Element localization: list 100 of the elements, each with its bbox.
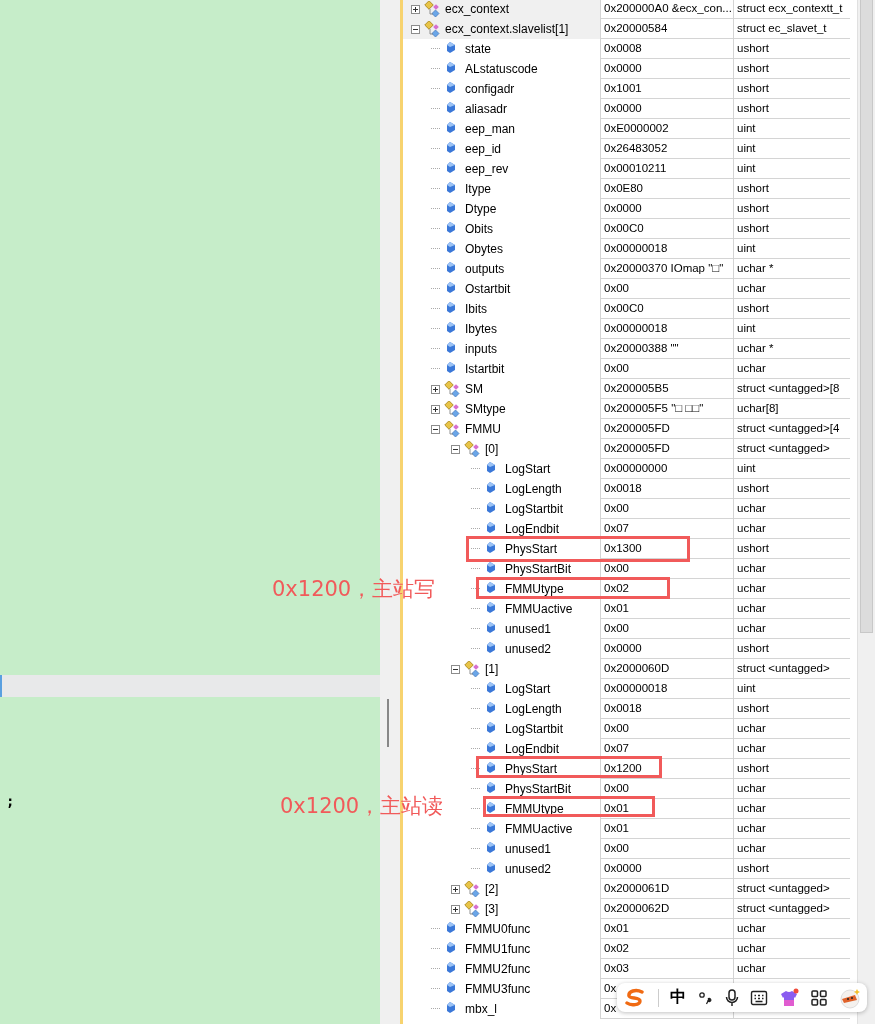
type-cell: uchar — [733, 359, 850, 379]
type-cell: ushort — [733, 79, 850, 99]
tree-item[interactable]: LogEndbit — [504, 522, 560, 536]
type-cell: ushort — [733, 299, 850, 319]
tree-item[interactable]: unused1 — [504, 842, 552, 856]
scrollbar-thumb[interactable] — [860, 0, 873, 633]
tree-item[interactable]: [2] — [484, 882, 499, 896]
tree-item[interactable]: PhysStartBit — [504, 782, 572, 796]
value-cell: 0x2000060D — [600, 659, 733, 679]
value-cell: 0x00000018 — [600, 239, 733, 259]
value-cell: 0x00010211 — [600, 159, 733, 179]
type-cell: uchar — [733, 939, 850, 959]
expander-icon[interactable] — [431, 404, 440, 414]
microphone-icon[interactable] — [723, 987, 740, 1008]
tree-item[interactable]: outputs — [464, 262, 505, 276]
tree-item[interactable]: eep_id — [464, 142, 502, 156]
tree-item[interactable]: FMMU0func — [464, 922, 531, 936]
tree-item[interactable]: Ostartbit — [464, 282, 511, 296]
value-cell: 0x2000062D — [600, 899, 733, 919]
tree-item[interactable]: [1] — [484, 662, 499, 676]
expander-icon[interactable] — [451, 444, 460, 454]
value-cell: 0x200000A0 &ecx_con... — [600, 0, 733, 19]
tree-item[interactable]: PhysStart — [504, 542, 558, 556]
tree-item[interactable]: Dtype — [464, 202, 497, 216]
tree-item[interactable]: FMMU1func — [464, 942, 531, 956]
tree-item[interactable]: LogEndbit — [504, 742, 560, 756]
expander-icon[interactable] — [451, 884, 460, 894]
tree-item[interactable]: SM — [464, 382, 483, 396]
value-cell: 0x01 — [600, 919, 733, 939]
tree-item[interactable]: LogStart — [504, 462, 551, 476]
struct-icon — [464, 901, 480, 917]
tree-item[interactable]: FMMU — [464, 422, 501, 436]
expander-icon[interactable] — [451, 664, 460, 674]
tree-item[interactable]: unused2 — [504, 862, 552, 876]
type-cell: uchar — [733, 599, 850, 619]
tree-item[interactable]: eep_man — [464, 122, 516, 136]
tree-item[interactable]: state — [464, 42, 491, 56]
tree-item[interactable]: PhysStartBit — [504, 562, 572, 576]
type-cell: ushort — [733, 479, 850, 499]
scrollbar[interactable] — [857, 0, 875, 1024]
type-cell: ushort — [733, 219, 850, 239]
tree-item[interactable]: LogStartbit — [504, 722, 564, 736]
value-cell: 0x0000 — [600, 99, 733, 119]
type-cell: ushort — [733, 99, 850, 119]
tree-item[interactable]: FMMUtype — [504, 802, 564, 816]
value-cell: 0x00 — [600, 779, 733, 799]
tree-item[interactable]: FMMU2func — [464, 962, 531, 976]
shirt-icon[interactable] — [779, 987, 800, 1008]
type-cell: uint — [733, 119, 850, 139]
tree-item[interactable]: Obits — [464, 222, 493, 236]
tree-item[interactable]: [3] — [484, 902, 499, 916]
mascot-icon[interactable] — [839, 986, 861, 1009]
keyboard-icon[interactable] — [750, 988, 769, 1007]
tree-item[interactable]: ALstatuscode — [464, 62, 538, 76]
tree-item[interactable]: Istartbit — [464, 362, 505, 376]
type-cell: uchar — [733, 499, 850, 519]
tree-item[interactable]: mbx_l — [464, 1002, 497, 1016]
expander-icon[interactable] — [431, 424, 440, 434]
tree-item[interactable]: SMtype — [464, 402, 506, 416]
grid-icon[interactable] — [810, 988, 829, 1007]
value-cell: 0x00 — [600, 839, 733, 859]
expander-icon[interactable] — [411, 4, 420, 14]
type-cell: uint — [733, 159, 850, 179]
tree-item[interactable]: [0] — [484, 442, 499, 456]
tree-item[interactable]: FMMUactive — [504, 602, 573, 616]
expander-icon[interactable] — [451, 904, 460, 914]
tree-item[interactable]: unused2 — [504, 642, 552, 656]
tree-item[interactable]: LogStartbit — [504, 502, 564, 516]
type-cell: struct ec_slavet_t — [733, 19, 850, 39]
tree-item[interactable]: FMMUactive — [504, 822, 573, 836]
expander-icon[interactable] — [411, 24, 420, 34]
value-cell: 0x26483052 — [600, 139, 733, 159]
struct-icon — [444, 401, 460, 417]
value-cell: 0x0E80 — [600, 179, 733, 199]
tree-item[interactable]: eep_rev — [464, 162, 509, 176]
tree-item[interactable]: LogLength — [504, 482, 562, 496]
type-cell: uchar — [733, 619, 850, 639]
logo-icon[interactable] — [623, 987, 647, 1008]
value-cell: 0x01 — [600, 799, 733, 819]
type-cell: uchar — [733, 919, 850, 939]
code-line: ; — [5, 792, 15, 811]
tree-item[interactable]: unused1 — [504, 622, 552, 636]
tree-item[interactable]: inputs — [464, 342, 498, 356]
tree-item[interactable]: Itype — [464, 182, 491, 196]
tree-item[interactable]: Ibits — [464, 302, 487, 316]
type-cell: uchar — [733, 739, 850, 759]
tree-item[interactable]: aliasadr — [464, 102, 508, 116]
type-cell: uchar — [733, 719, 850, 739]
tree-item[interactable]: LogStart — [504, 682, 551, 696]
tree-item[interactable]: Ibytes — [464, 322, 497, 336]
tree-item[interactable]: FMMU3func — [464, 982, 531, 996]
expander-icon[interactable] — [431, 384, 440, 394]
tree-item[interactable]: configadr — [464, 82, 515, 96]
tree-item[interactable]: FMMUtype — [504, 582, 564, 596]
struct-icon — [444, 381, 460, 397]
type-cell: uchar — [733, 559, 850, 579]
splitter-handle[interactable] — [387, 699, 389, 747]
tree-item[interactable]: PhysStart — [504, 762, 558, 776]
tree-item[interactable]: LogLength — [504, 702, 562, 716]
tree-item[interactable]: Obytes — [464, 242, 503, 256]
